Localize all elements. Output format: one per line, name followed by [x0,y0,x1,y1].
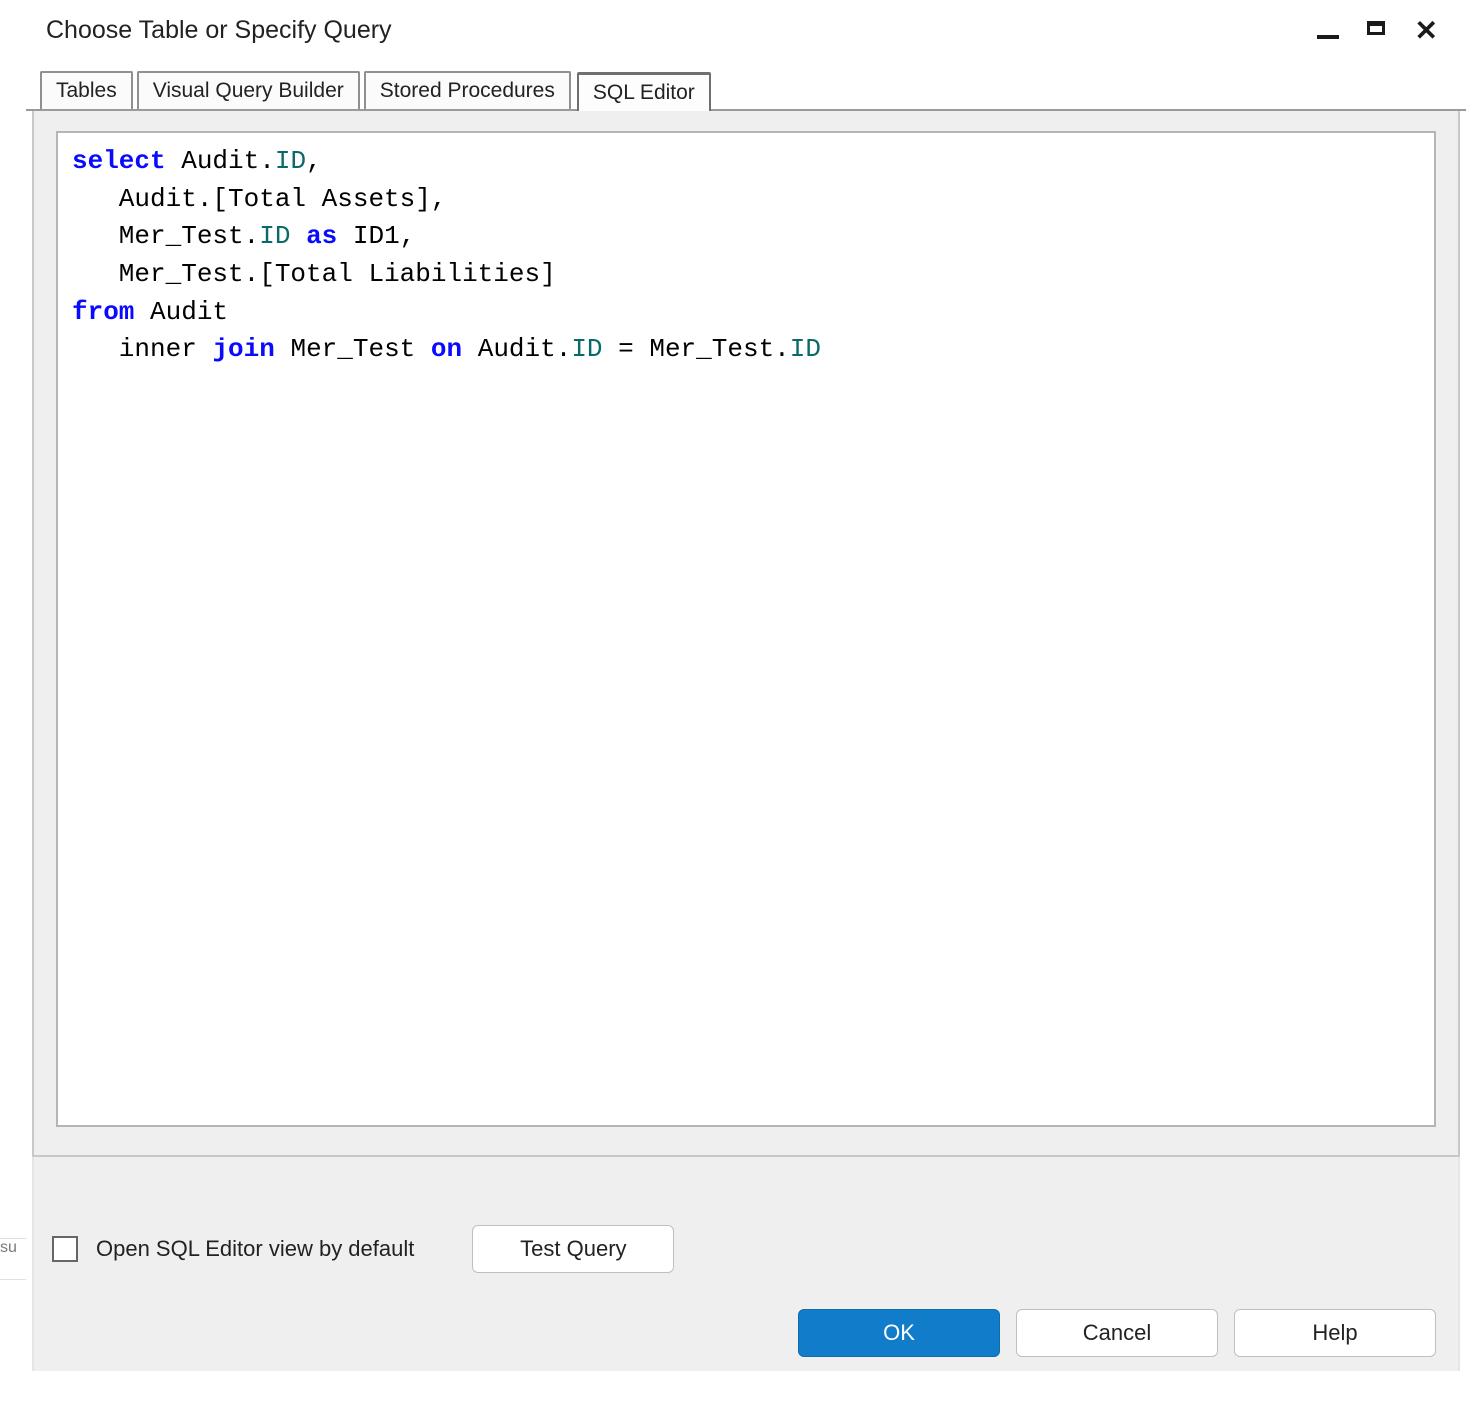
options-row: Open SQL Editor view by default Test Que… [52,1225,1440,1273]
open-by-default-checkbox[interactable] [52,1236,78,1262]
tab-body: select Audit.ID, Audit.[Total Assets], M… [32,111,1460,1157]
title-bar: Choose Table or Specify Query ✕ [26,0,1466,65]
button-label: OK [883,1320,915,1345]
button-row: OK Cancel Help [52,1309,1440,1357]
tab-label: Stored Procedures [380,79,555,102]
dialog-footer: Open SQL Editor view by default Test Que… [32,1157,1460,1371]
tab-label: Visual Query Builder [153,79,344,102]
dialog-window: Choose Table or Specify Query ✕ Tables V… [26,0,1466,1410]
button-label: Cancel [1083,1320,1151,1345]
tab-visual-query-builder[interactable]: Visual Query Builder [137,71,360,109]
button-label: Test Query [520,1236,626,1261]
background-sliver: su [0,1238,26,1280]
ok-button[interactable]: OK [798,1309,1000,1357]
maximize-icon[interactable] [1367,21,1387,41]
tab-strip: Tables Visual Query Builder Stored Proce… [26,65,1466,111]
close-icon[interactable]: ✕ [1415,17,1438,45]
tab-label: Tables [56,79,117,102]
window-title: Choose Table or Specify Query [46,16,392,45]
help-button[interactable]: Help [1234,1309,1436,1357]
tab-sql-editor[interactable]: SQL Editor [577,73,711,111]
cancel-button[interactable]: Cancel [1016,1309,1218,1357]
open-by-default-label: Open SQL Editor view by default [96,1236,414,1262]
tab-label: SQL Editor [593,81,695,104]
button-label: Help [1312,1320,1357,1345]
tab-stored-procedures[interactable]: Stored Procedures [364,71,571,109]
test-query-button[interactable]: Test Query [472,1225,674,1273]
tab-tables[interactable]: Tables [40,71,133,109]
minimize-icon[interactable] [1317,20,1339,42]
window-controls: ✕ [1317,17,1446,45]
sql-editor-textarea[interactable]: select Audit.ID, Audit.[Total Assets], M… [56,131,1436,1127]
